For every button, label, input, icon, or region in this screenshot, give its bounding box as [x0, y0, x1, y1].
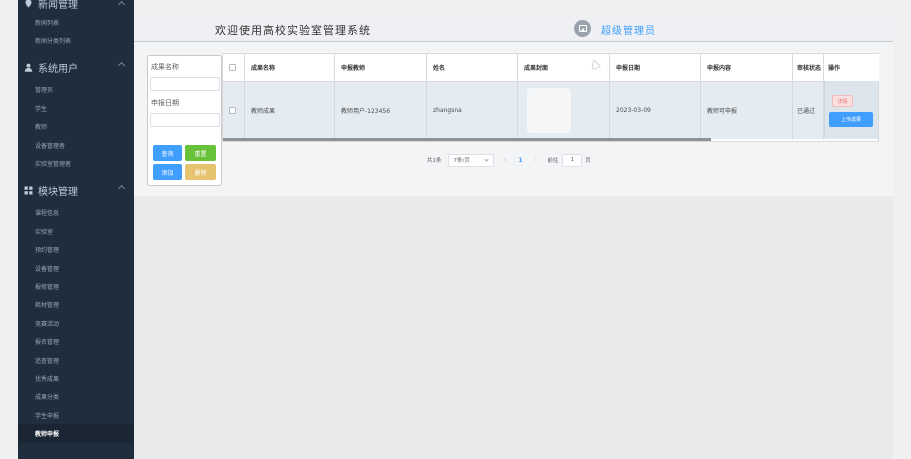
operations-cell: 详情 上传成果	[824, 81, 878, 138]
column-header: 操作	[824, 54, 879, 82]
chevron-up-icon	[117, 184, 126, 192]
app-title: 欢迎使用高校实验室管理系统	[215, 24, 371, 37]
select-all-header	[223, 54, 245, 82]
sidebar-group-label: 新闻管理	[38, 0, 78, 11]
sidebar-group-label: 系统用户	[38, 63, 78, 75]
reset-button[interactable]: 重置	[185, 145, 216, 161]
prev-page-button[interactable]: ‹	[504, 156, 507, 164]
cell-full-name: zhangsna	[427, 82, 518, 139]
result-name-input[interactable]	[150, 77, 220, 91]
user-icon	[24, 63, 33, 72]
chevron-down-icon	[483, 156, 489, 162]
pin-icon	[24, 0, 33, 8]
sidebar-group-label: 模块管理	[38, 186, 78, 198]
sidebar-item-equipment-manager[interactable]: 设备管理者	[18, 136, 134, 154]
pagination-total: 共1条	[427, 158, 442, 164]
sidebar-item-news-list[interactable]: 新闻列表	[18, 13, 134, 31]
cell-date: 2023-03-09	[610, 82, 701, 139]
sidebar-group-modules[interactable]: 模块管理	[18, 177, 134, 204]
delete-button[interactable]: 删除	[185, 164, 216, 180]
sidebar-item-result-category[interactable]: 成果分类	[18, 388, 134, 406]
next-page-button[interactable]: ›	[535, 156, 538, 164]
sidebar-item-student-declaration[interactable]: 学生申报	[18, 406, 134, 424]
column-header[interactable]: 申报教师	[335, 54, 427, 82]
pagination: 共1条 7条/页 ‹ 1 › 前往 1 页	[427, 153, 591, 167]
query-button[interactable]: 查询	[153, 145, 182, 161]
column-header[interactable]: 审核状态	[793, 54, 824, 82]
declaration-date-label: 申报日期	[151, 99, 179, 107]
chevron-up-icon	[117, 0, 126, 9]
sidebar: 新闻管理 新闻列表 新闻分类列表 系统用户 管理员 学生 教师 设备管理者 实验…	[18, 0, 134, 459]
sidebar-item-lab[interactable]: 实验室	[18, 222, 134, 240]
cell-result-name: 教师成果	[245, 82, 335, 139]
cell-status: 已通过	[793, 82, 824, 139]
add-button[interactable]: 添加	[153, 164, 182, 180]
page-suffix: 页	[585, 158, 591, 164]
upload-result-button[interactable]: 上传成果	[829, 112, 873, 127]
select-all-checkbox[interactable]	[229, 64, 236, 71]
sidebar-item-consumables[interactable]: 耗材管理	[18, 296, 134, 314]
sidebar-item-course[interactable]: 课程信息	[18, 204, 134, 222]
sidebar-item-student[interactable]: 学生	[18, 99, 134, 117]
sidebar-item-booking[interactable]: 预约管理	[18, 241, 134, 259]
declaration-date-input[interactable]	[150, 113, 220, 127]
horizontal-scrollbar[interactable]	[223, 138, 711, 141]
header-bar: 欢迎使用高校实验室管理系统 超级管理员	[134, 16, 893, 42]
search-panel: 成果名称 申报日期 查询 重置 添加 删除	[147, 55, 222, 186]
page-size-select[interactable]: 7条/页	[447, 153, 494, 167]
sidebar-item-teacher[interactable]: 教师	[18, 118, 134, 136]
row-select-cell	[223, 82, 245, 139]
sidebar-item-admin[interactable]: 管理员	[18, 81, 134, 99]
sidebar-item-signup[interactable]: 报名管理	[18, 332, 134, 350]
chevron-up-icon	[117, 61, 126, 69]
goto-page-input[interactable]: 1	[562, 153, 583, 167]
sidebar-item-repair[interactable]: 报修管理	[18, 277, 134, 295]
column-header[interactable]: 姓名	[427, 54, 518, 82]
sidebar-item-excellent-results[interactable]: 优秀成果	[18, 369, 134, 387]
page-size-value: 7条/页	[453, 158, 470, 164]
sidebar-group-system-users[interactable]: 系统用户	[18, 54, 134, 81]
sidebar-group-news[interactable]: 新闻管理	[18, 0, 134, 13]
goto-label: 前往	[547, 158, 559, 164]
column-header[interactable]: 申报日期	[610, 54, 701, 82]
result-name-label: 成果名称	[151, 63, 179, 71]
avatar[interactable]	[574, 20, 591, 37]
user-name[interactable]: 超级管理员	[601, 22, 656, 37]
grid-icon	[24, 186, 33, 195]
sidebar-item-tracking[interactable]: 追查管理	[18, 351, 134, 369]
sidebar-item-equipment[interactable]: 设备管理	[18, 259, 134, 277]
column-header[interactable]: 成果名称	[245, 54, 335, 82]
sidebar-item-lab-manager[interactable]: 实验室管理者	[18, 154, 134, 172]
image-icon	[578, 25, 587, 32]
sidebar-item-teacher-declaration[interactable]: 教师申报	[18, 424, 134, 443]
main-background	[134, 196, 893, 459]
detail-button[interactable]: 详情	[832, 95, 853, 107]
cell-content: 教师可申报	[701, 82, 793, 139]
cover-image-placeholder[interactable]	[527, 88, 571, 133]
sidebar-item-competition[interactable]: 竞赛活动	[18, 314, 134, 332]
sidebar-item-news-category[interactable]: 新闻分类列表	[18, 31, 134, 49]
page-number-current[interactable]: 1	[518, 157, 522, 164]
row-checkbox[interactable]	[229, 107, 236, 114]
column-header[interactable]: 申报内容	[701, 54, 793, 82]
cell-teacher: 教师用户-123456	[335, 82, 427, 139]
